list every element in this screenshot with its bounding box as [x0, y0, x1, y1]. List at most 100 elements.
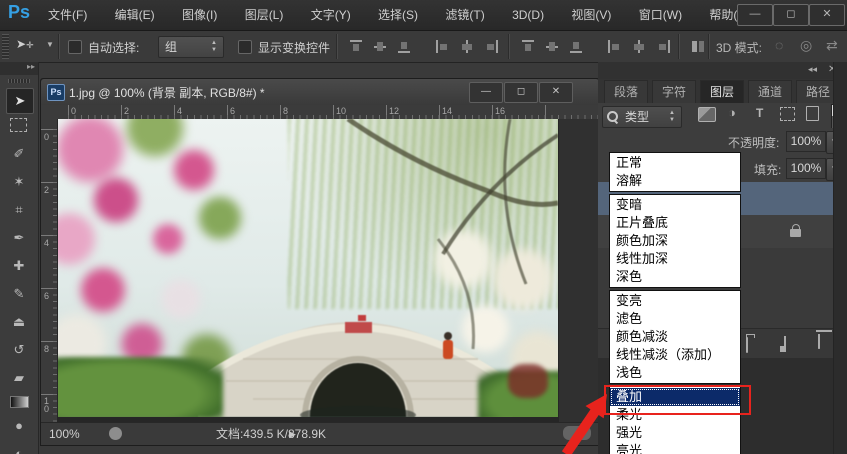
blend-option[interactable]: 溶解 [610, 172, 740, 190]
blend-option[interactable]: 变亮 [610, 292, 740, 310]
ruler-tick-label: 2 [124, 106, 130, 116]
fill-value[interactable]: 100% [786, 158, 826, 179]
align-horizontal-centers-icon[interactable] [459, 39, 475, 54]
eyedropper-tool[interactable]: ✒ [6, 226, 32, 250]
spot-healing-brush-tool[interactable]: ✚ [6, 254, 32, 278]
photoshop-logo: Ps [8, 2, 31, 22]
status-bar: 100% 文档:439.5 K/878.9K ▶ [41, 422, 599, 445]
tool-preset-caret-icon[interactable]: ▼ [46, 40, 54, 49]
blend-option[interactable]: 变暗 [610, 196, 740, 214]
3d-roll-icon[interactable]: ◎ [800, 37, 812, 54]
menu-edit[interactable]: 编辑(E) [103, 0, 167, 30]
filter-shape-layers-icon[interactable] [780, 107, 795, 121]
close-button[interactable]: ✕ [809, 4, 845, 26]
auto-select-label: 自动选择: [88, 41, 140, 55]
distribute-left-edges-icon[interactable] [607, 39, 623, 54]
tab-layers[interactable]: 图层 [700, 80, 745, 103]
blend-option[interactable]: 正常 [610, 154, 740, 172]
crop-tool[interactable]: ⌗ [6, 198, 32, 222]
dock-edge-strip [833, 62, 847, 454]
tab-character[interactable]: 字符 [652, 80, 697, 103]
menu-type[interactable]: 文字(Y) [299, 0, 363, 30]
collapse-panel-icon[interactable]: ▸▸ [0, 62, 38, 75]
lasso-tool[interactable]: ✐ [6, 142, 32, 166]
menu-select[interactable]: 选择(S) [366, 0, 430, 30]
blend-option[interactable]: 浅色 [610, 364, 740, 382]
menu-3d[interactable]: 3D(D) [500, 0, 556, 30]
rectangular-marquee-tool[interactable] [10, 118, 27, 132]
canvas-area [57, 119, 599, 422]
ruler-tick-label: 2 [44, 185, 50, 195]
status-doc-icon[interactable] [109, 427, 122, 440]
blend-option[interactable]: 线性减淡（添加） [610, 346, 740, 364]
eraser-tool[interactable]: ▰ [6, 366, 32, 390]
maximize-button[interactable]: ◻ [773, 4, 809, 26]
tab-paragraph[interactable]: 段落 [604, 80, 649, 103]
doc-minimize-button[interactable]: — [469, 82, 503, 103]
filter-pixel-layers-icon[interactable] [698, 107, 716, 122]
move-tool-icon[interactable]: ➤✛ [16, 37, 34, 51]
blur-tool[interactable]: ● [6, 414, 32, 438]
show-transform-checkbox[interactable] [238, 40, 252, 54]
document-title-bar[interactable]: Ps 1.jpg @ 100% (背景 副本, RGB/8#) * — ◻ ✕ [41, 79, 599, 106]
zoom-level[interactable]: 100% [49, 423, 80, 445]
grass-bank-left [58, 357, 223, 417]
brush-tool[interactable]: ✎ [6, 282, 32, 306]
new-layer-icon[interactable] [784, 336, 786, 352]
filter-smart-objects-icon[interactable] [806, 106, 819, 121]
blend-option[interactable]: 深色 [610, 268, 740, 286]
filter-type-dropdown[interactable]: 类型 ▲ ▼ [602, 106, 682, 128]
dodge-tool[interactable]: ◐ [6, 442, 32, 454]
new-group-icon[interactable] [746, 337, 748, 353]
magic-wand-tool[interactable]: ✶ [6, 170, 32, 194]
distribute-bottom-edges-icon[interactable] [568, 39, 584, 54]
menu-image[interactable]: 图像(I) [170, 0, 229, 30]
distribute-vertical-centers-icon[interactable] [544, 39, 560, 54]
ruler-vertical: 0 2 4 6 8 10 [41, 119, 58, 422]
filter-adjustment-layers-icon[interactable]: ◑ [728, 105, 736, 120]
options-grip [2, 34, 9, 59]
3d-orbit-icon[interactable]: ◌ [775, 37, 783, 53]
align-right-edges-icon[interactable] [483, 39, 499, 54]
menu-bar: 文件(F) 编辑(E) 图像(I) 图层(L) 文字(Y) 选择(S) 滤镜(T… [36, 0, 762, 30]
opacity-value[interactable]: 100% [786, 131, 826, 152]
distribute-top-edges-icon[interactable] [520, 39, 536, 54]
doc-close-button[interactable]: ✕ [539, 82, 573, 103]
blend-option[interactable]: 颜色减淡 [610, 328, 740, 346]
distribute-horizontal-centers-icon[interactable] [631, 39, 647, 54]
status-menu-arrow-icon[interactable]: ▶ [289, 423, 296, 445]
blend-option[interactable]: 颜色加深 [610, 232, 740, 250]
doc-restore-button[interactable]: ◻ [504, 82, 538, 103]
auto-select-dropdown[interactable]: 组 ▲ ▼ [158, 36, 224, 58]
blend-option[interactable]: 强光 [610, 424, 740, 442]
align-vertical-centers-icon[interactable] [372, 39, 388, 54]
align-left-edges-icon[interactable] [435, 39, 451, 54]
menu-filter[interactable]: 滤镜(T) [433, 0, 496, 30]
menu-view[interactable]: 视图(V) [559, 0, 623, 30]
blend-option[interactable]: 正片叠底 [610, 214, 740, 232]
3d-pan-icon[interactable]: ⇄ [826, 37, 838, 54]
history-brush-tool[interactable]: ↺ [6, 338, 32, 362]
minimize-button[interactable]: — [737, 4, 773, 26]
filter-type-layers-icon[interactable]: T [756, 106, 763, 120]
blend-option[interactable]: 线性加深 [610, 250, 740, 268]
distribute-right-edges-icon[interactable] [655, 39, 671, 54]
scrollbar-corner[interactable] [563, 426, 591, 440]
tab-channels[interactable]: 通道 [748, 80, 793, 103]
align-bottom-edges-icon[interactable] [396, 39, 412, 54]
auto-select-checkbox[interactable] [68, 40, 82, 54]
gradient-tool[interactable] [10, 396, 29, 408]
canvas-image[interactable] [58, 119, 558, 417]
blend-option[interactable]: 亮光 [610, 442, 740, 454]
delete-layer-icon[interactable] [818, 334, 820, 349]
menu-file[interactable]: 文件(F) [36, 0, 99, 30]
move-tool[interactable]: ➤ [6, 88, 34, 114]
collapse-panels-icon[interactable]: ◂◂ [808, 64, 817, 75]
menu-layer[interactable]: 图层(L) [233, 0, 296, 30]
auto-align-layers-icon[interactable] [690, 39, 706, 54]
blend-option[interactable]: 滤色 [610, 310, 740, 328]
ruler-tick-label: 8 [44, 344, 50, 354]
clone-stamp-tool[interactable]: ⏏ [6, 310, 32, 334]
align-top-edges-icon[interactable] [348, 39, 364, 54]
menu-window[interactable]: 窗口(W) [627, 0, 694, 30]
